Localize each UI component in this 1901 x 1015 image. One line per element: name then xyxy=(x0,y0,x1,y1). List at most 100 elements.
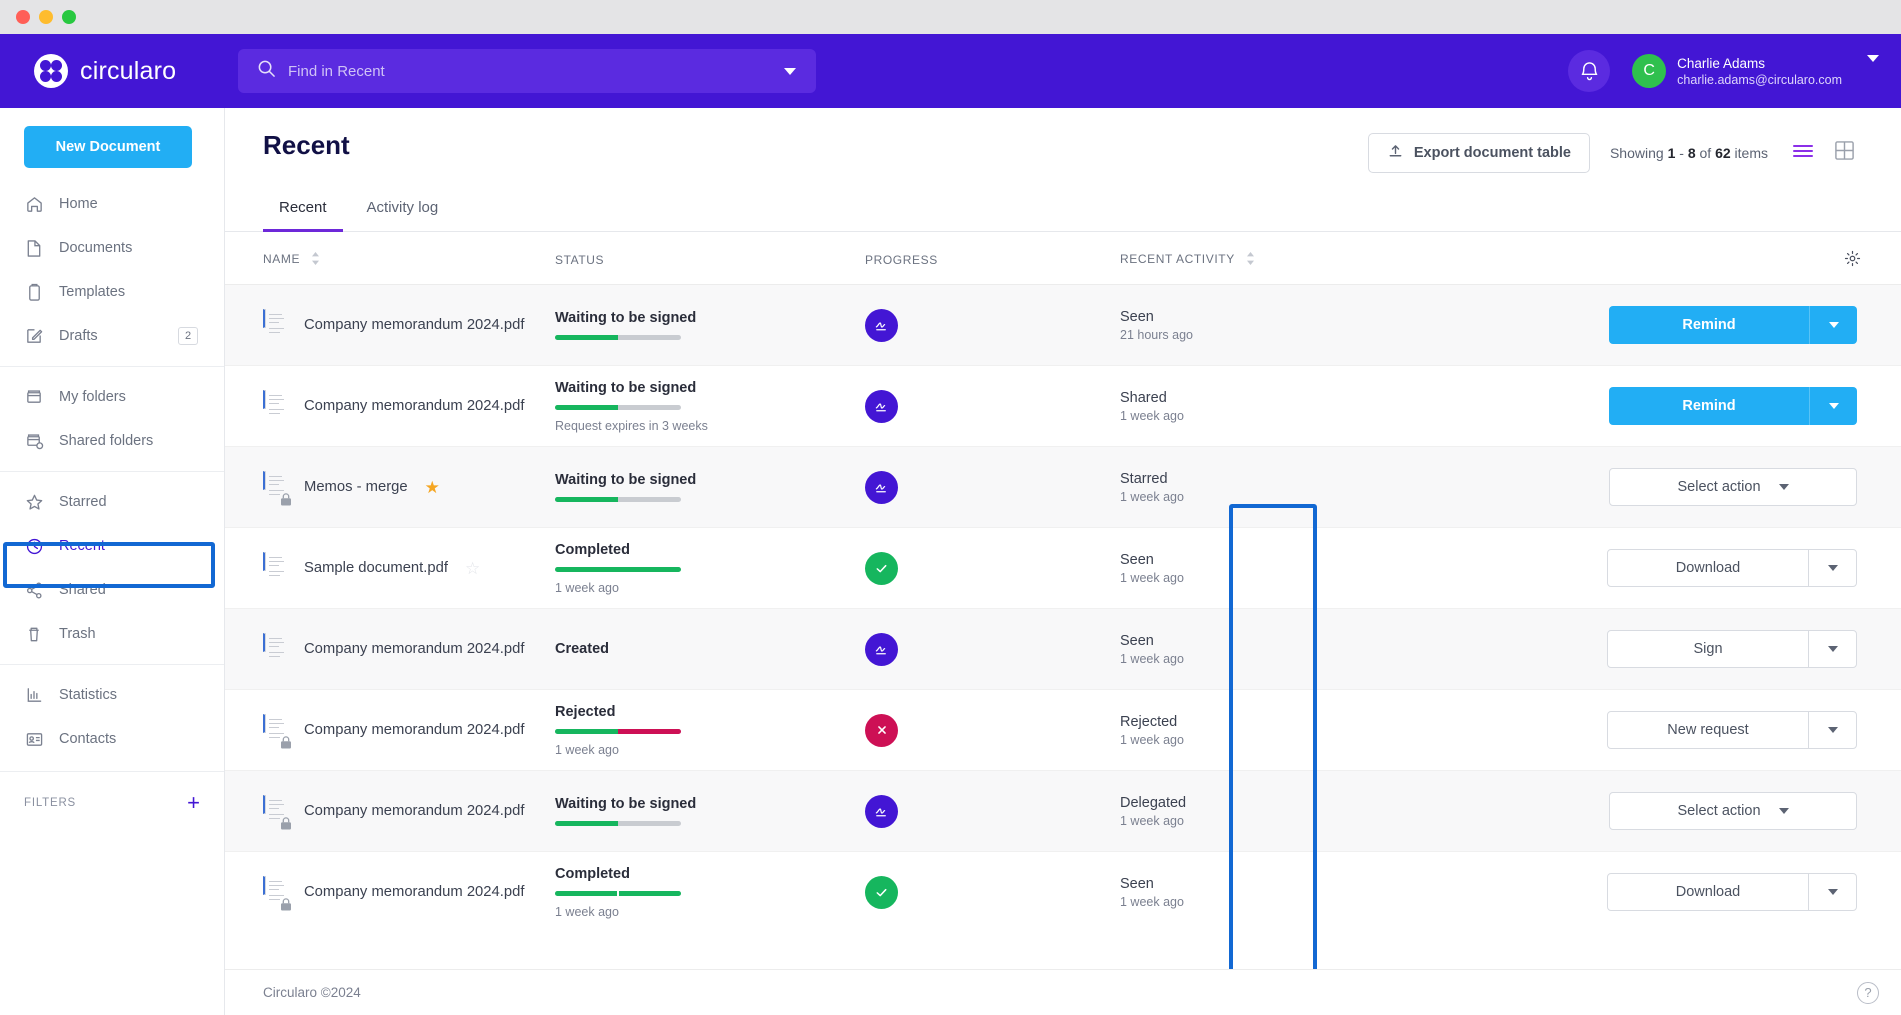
sidebar-item-shared[interactable]: Shared xyxy=(0,568,224,612)
chevron-down-icon xyxy=(1829,322,1839,328)
table-row[interactable]: Company memorandum 2024.pdfWaiting to be… xyxy=(225,285,1901,366)
column-header-recent-activity[interactable]: RECENT ACTIVITY xyxy=(1120,232,1350,285)
status-label: Rejected xyxy=(555,704,865,720)
export-document-table-button[interactable]: Export document table xyxy=(1368,133,1590,173)
document-name[interactable]: Company memorandum 2024.pdf xyxy=(304,317,524,333)
row-action-split-button[interactable]: Remind xyxy=(1609,387,1857,425)
tab-recent[interactable]: Recent xyxy=(263,199,343,232)
document-thumbnail-icon xyxy=(263,310,287,341)
sidebar-item-trash[interactable]: Trash xyxy=(0,612,224,656)
action-primary-button[interactable]: Download xyxy=(1608,550,1808,586)
chevron-down-icon xyxy=(1828,565,1838,571)
activity-type: Delegated xyxy=(1120,795,1350,811)
progress-segment xyxy=(555,729,618,734)
table-row[interactable]: Sample document.pdf☆Completed1 week agoS… xyxy=(225,528,1901,609)
action-dropdown-button[interactable] xyxy=(1808,712,1856,748)
sort-icon[interactable] xyxy=(311,252,320,268)
document-name[interactable]: Memos - merge xyxy=(304,479,408,495)
progress-segment xyxy=(555,821,618,826)
table-row[interactable]: Company memorandum 2024.pdf Waiting to be… xyxy=(225,771,1901,852)
sidebar-item-statistics[interactable]: Statistics xyxy=(0,673,224,717)
document-name[interactable]: Company memorandum 2024.pdf xyxy=(304,398,524,414)
brand[interactable]: circularo xyxy=(0,54,225,88)
search-input[interactable] xyxy=(288,63,764,80)
row-action-split-button[interactable]: Download xyxy=(1607,873,1857,911)
row-action-split-button[interactable]: New request xyxy=(1607,711,1857,749)
showing-suffix: items xyxy=(1735,145,1768,161)
window-minimize-button[interactable] xyxy=(39,10,53,24)
sidebar-item-templates[interactable]: Templates xyxy=(0,270,224,314)
action-primary-button[interactable]: Download xyxy=(1608,874,1808,910)
tab-activity-log[interactable]: Activity log xyxy=(351,199,455,232)
user-menu[interactable]: C Charlie Adams charlie.adams@circularo.… xyxy=(1632,54,1879,88)
row-action-split-button[interactable]: Remind xyxy=(1609,306,1857,344)
document-name[interactable]: Company memorandum 2024.pdf xyxy=(304,884,524,900)
activity-time: 1 week ago xyxy=(1120,895,1350,909)
sort-icon[interactable] xyxy=(1246,252,1255,268)
gear-icon[interactable] xyxy=(1844,256,1861,270)
star-icon[interactable]: ☆ xyxy=(465,560,480,577)
cell-progress xyxy=(865,852,1120,933)
select-action-button[interactable]: Select action xyxy=(1609,468,1857,506)
action-primary-button[interactable]: Remind xyxy=(1609,387,1809,425)
sidebar-item-home[interactable]: Home xyxy=(0,182,224,226)
row-action-split-button[interactable]: Download xyxy=(1607,549,1857,587)
activity-type: Seen xyxy=(1120,309,1350,325)
select-action-button[interactable]: Select action xyxy=(1609,792,1857,830)
clock-icon xyxy=(24,537,44,556)
column-header-name[interactable]: NAME xyxy=(225,232,555,285)
status-sublabel: Request expires in 3 weeks xyxy=(555,419,865,433)
table-row[interactable]: Company memorandum 2024.pdfCompleted1 we… xyxy=(225,852,1901,933)
lock-icon xyxy=(280,736,292,749)
window-maximize-button[interactable] xyxy=(62,10,76,24)
action-dropdown-button[interactable] xyxy=(1808,550,1856,586)
action-primary-button[interactable]: New request xyxy=(1608,712,1808,748)
cell-status: Waiting to be signed xyxy=(555,447,865,528)
chevron-down-icon xyxy=(1828,727,1838,733)
new-document-button[interactable]: New Document xyxy=(24,126,192,168)
sidebar-item-shared-folders[interactable]: Shared folders xyxy=(0,419,224,463)
table-row[interactable]: Memos - merge★Waiting to be signedStarre… xyxy=(225,447,1901,528)
table-row[interactable]: Company memorandum 2024.pdfRejected1 wee… xyxy=(225,690,1901,771)
cell-action: Sign xyxy=(1350,609,1901,690)
document-name[interactable]: Company memorandum 2024.pdf xyxy=(304,722,524,738)
window-close-button[interactable] xyxy=(16,10,30,24)
status-label: Waiting to be signed xyxy=(555,796,865,812)
help-icon[interactable]: ? xyxy=(1857,982,1879,1004)
search-filter-dropdown-button[interactable] xyxy=(764,49,816,93)
bell-icon xyxy=(1580,61,1599,81)
column-header-settings[interactable] xyxy=(1350,232,1901,285)
cell-action: Select action xyxy=(1350,447,1901,528)
document-name[interactable]: Company memorandum 2024.pdf xyxy=(304,641,524,657)
action-dropdown-button[interactable] xyxy=(1808,874,1856,910)
search-bar[interactable] xyxy=(238,49,816,93)
list-view-icon[interactable] xyxy=(1792,142,1814,165)
action-primary-button[interactable]: Sign xyxy=(1608,631,1808,667)
notifications-button[interactable] xyxy=(1568,50,1610,92)
table-row[interactable]: Company memorandum 2024.pdfWaiting to be… xyxy=(225,366,1901,447)
showing-dash: - xyxy=(1679,145,1684,161)
star-icon[interactable]: ★ xyxy=(425,479,440,496)
sidebar-item-documents[interactable]: Documents xyxy=(0,226,224,270)
action-primary-button[interactable]: Remind xyxy=(1609,306,1809,344)
sidebar-item-drafts[interactable]: Drafts 2 xyxy=(0,314,224,358)
cell-action: Download xyxy=(1350,528,1901,609)
table-row[interactable]: Company memorandum 2024.pdfCreatedSeen1 … xyxy=(225,609,1901,690)
sidebar-item-contacts[interactable]: Contacts xyxy=(0,717,224,761)
action-dropdown-button[interactable] xyxy=(1809,306,1857,344)
chevron-down-icon[interactable] xyxy=(1867,62,1879,80)
document-name[interactable]: Company memorandum 2024.pdf xyxy=(304,803,524,819)
sidebar-item-recent[interactable]: Recent xyxy=(0,524,224,568)
cell-recent-activity: Shared1 week ago xyxy=(1120,366,1350,447)
row-action-split-button[interactable]: Sign xyxy=(1607,630,1857,668)
sidebar-item-label: Home xyxy=(59,196,98,212)
plus-icon[interactable]: + xyxy=(187,792,200,814)
action-dropdown-button[interactable] xyxy=(1808,631,1856,667)
sidebar-item-starred[interactable]: Starred xyxy=(0,480,224,524)
cell-action: New request xyxy=(1350,690,1901,771)
window-titlebar xyxy=(0,0,1901,34)
sidebar-item-my-folders[interactable]: My folders xyxy=(0,375,224,419)
action-dropdown-button[interactable] xyxy=(1809,387,1857,425)
grid-view-icon[interactable] xyxy=(1834,140,1855,166)
document-name[interactable]: Sample document.pdf xyxy=(304,560,448,576)
